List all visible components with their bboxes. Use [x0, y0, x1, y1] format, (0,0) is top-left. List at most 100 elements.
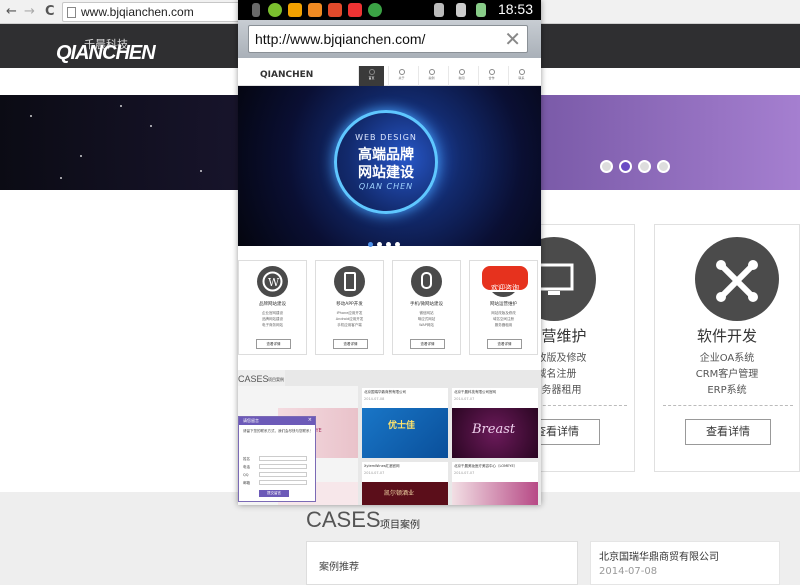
case-image-youshijia[interactable]: 优士佳	[362, 408, 448, 458]
carousel-dot[interactable]	[386, 242, 391, 247]
card-line: 手机应用客户端	[337, 323, 362, 327]
close-icon[interactable]: ×	[308, 417, 312, 423]
case-date: 2014-07-08	[599, 566, 658, 577]
app-icon	[308, 3, 322, 17]
view-details-button[interactable]: 查看详情	[685, 419, 771, 445]
carousel-dot-active[interactable]	[368, 242, 373, 247]
service-card-app: 移动APP开发 iPhone应用开发 Android应用开发 手机应用客户端 查…	[315, 260, 384, 355]
case-image-face[interactable]	[452, 482, 538, 505]
cases-heading: CASES	[238, 374, 269, 384]
card-line: 域名空间注册	[493, 317, 514, 321]
carousel-dot[interactable]	[638, 160, 651, 173]
popup-header: 请您留言	[239, 417, 315, 425]
forward-icon[interactable]: →	[24, 4, 35, 19]
case-image-breast[interactable]: Breast	[452, 408, 538, 458]
joomla-icon	[695, 237, 779, 321]
status-bar: 18:53	[238, 0, 541, 20]
phone-address-area: http://www.bjqianchen.com/ ✕	[238, 20, 541, 58]
qq-field[interactable]	[259, 472, 307, 477]
carousel-dot[interactable]	[395, 242, 400, 247]
address-text: www.bjqianchen.com	[81, 5, 194, 19]
card-title: 网站运营维护	[490, 302, 517, 307]
phone-cases-header: CASES 项目案例	[238, 370, 541, 386]
weibo-icon	[348, 3, 362, 17]
reload-icon[interactable]: C	[45, 4, 55, 19]
card-line: Android应用开发	[335, 317, 364, 321]
app-icon	[328, 3, 342, 17]
case-name: 北京国瑞华鼎商贸有限公司	[599, 552, 719, 563]
case-image-wine[interactable]: 凯尔顿酒业	[362, 482, 448, 505]
phone-logo[interactable]: QIANCHEN	[260, 70, 313, 80]
site-logo[interactable]: 千晨科技 QIANCHEN	[38, 24, 170, 68]
back-icon[interactable]: ←	[6, 4, 17, 19]
case-item[interactable]: 北京千晨科技有限公司官网 2014-07-07	[452, 388, 538, 408]
field-label: 姓名	[243, 457, 250, 461]
usb-icon	[252, 3, 260, 17]
signal-icon	[456, 3, 466, 17]
service-card-software: 软件开发 企业OA系统 CRM客户管理 ERP系统 查看详情	[654, 224, 800, 472]
screen: ← → C www.bjqianchen.com 千晨科技 QIANCHEN 运…	[0, 0, 800, 585]
close-icon[interactable]: ✕	[504, 27, 521, 52]
nav-tab-home[interactable]: 首页	[358, 66, 384, 86]
cases-subheading: 项目案例	[268, 377, 284, 382]
view-details-button[interactable]: 查看详情	[333, 339, 368, 349]
app-icon	[288, 3, 302, 17]
wechat-icon	[268, 3, 282, 17]
card-line: 微信网站	[419, 311, 434, 315]
phone-carousel-dots	[368, 232, 404, 251]
logo-en-text: QIANCHEN	[56, 42, 156, 64]
carousel-dot-active[interactable]	[619, 160, 632, 173]
download-icon	[368, 3, 382, 17]
phone-url-input[interactable]: http://www.bjqianchen.com/ ✕	[248, 25, 528, 53]
phone-url-text: http://www.bjqianchen.com/	[255, 31, 426, 47]
cases-subheading: 项目案例	[380, 520, 420, 531]
banner-line-2: 网站建设	[358, 165, 414, 181]
card-title: 移动APP开发	[336, 302, 363, 307]
card-line: 电子商务网站	[262, 323, 283, 327]
case-item[interactable]: 北京国瑞华鼎商贸有限公司 2014-07-08	[590, 541, 780, 585]
card-title: 品牌网站建设	[259, 302, 286, 307]
message-popup: 请您留言 × 请留下您的联系方式，我们会尽快与您联系！ 姓名 电话 QQ 邮箱 …	[238, 416, 316, 502]
card-line: WAP网站	[419, 323, 434, 327]
view-details-button[interactable]: 查看详情	[256, 339, 291, 349]
view-details-button[interactable]: 查看详情	[410, 339, 445, 349]
name-field[interactable]	[259, 456, 307, 461]
phone-site-nav: QIANCHEN 首页 关于 案例 新闻 合作 联系	[238, 66, 541, 86]
card-line: CRM客户管理	[695, 369, 759, 380]
consult-badge[interactable]: 欢迎咨询	[480, 264, 530, 292]
nav-tab-partners[interactable]: 合作	[478, 66, 504, 86]
carousel-dot[interactable]	[657, 160, 670, 173]
page-icon	[67, 7, 76, 18]
carousel-dot[interactable]	[600, 160, 613, 173]
nav-tab-about[interactable]: 关于	[388, 66, 414, 86]
case-item[interactable]: 北京国瑞华鼎商贸有限公司 2014-07-08	[362, 388, 448, 408]
phone-field[interactable]	[259, 464, 307, 469]
view-details-button[interactable]: 查看详情	[487, 339, 522, 349]
service-card-mobile-site: 手机/微网站建设 微信网站 响应式网站 WAP网站 查看详情	[392, 260, 461, 355]
wifi-icon	[434, 3, 444, 17]
nav-tab-news[interactable]: 新闻	[448, 66, 474, 86]
clock: 18:53	[497, 1, 533, 17]
nav-tab-cases[interactable]: 案例	[418, 66, 444, 86]
nav-tab-contact[interactable]: 联系	[508, 66, 534, 86]
case-item[interactable]: XylemWines红酒官网 2014-07-07	[362, 462, 448, 482]
card-title: 软件开发	[696, 327, 757, 345]
phone-hero-banner: WEB DESIGN 高端品牌 网站建设 QIAN CHEN	[238, 86, 541, 247]
banner-line-1: 高端品牌	[358, 147, 414, 163]
divider	[663, 405, 793, 406]
card-line: ERP系统	[707, 385, 747, 396]
card-line: 响应式网站	[417, 317, 436, 321]
carousel-dot[interactable]	[377, 242, 382, 247]
field-label: 邮箱	[243, 481, 250, 485]
banner-tagline: WEB DESIGN	[355, 133, 417, 142]
submit-button[interactable]: 提交留言	[259, 490, 289, 497]
card-line: 企业官网建设	[262, 311, 283, 315]
recommend-label: 案例推荐	[319, 562, 359, 573]
card-line: 服务器租用	[494, 323, 513, 327]
email-field[interactable]	[259, 480, 307, 485]
case-item[interactable]: 北京千晨美妆医疗美容中心（LOMEYE） 2014-07-07	[452, 462, 538, 482]
cases-heading: CASES	[306, 507, 381, 532]
wordpress-icon: W	[257, 266, 288, 297]
card-line: 网站改版及修改	[491, 311, 516, 315]
mobile-icon	[334, 266, 365, 297]
